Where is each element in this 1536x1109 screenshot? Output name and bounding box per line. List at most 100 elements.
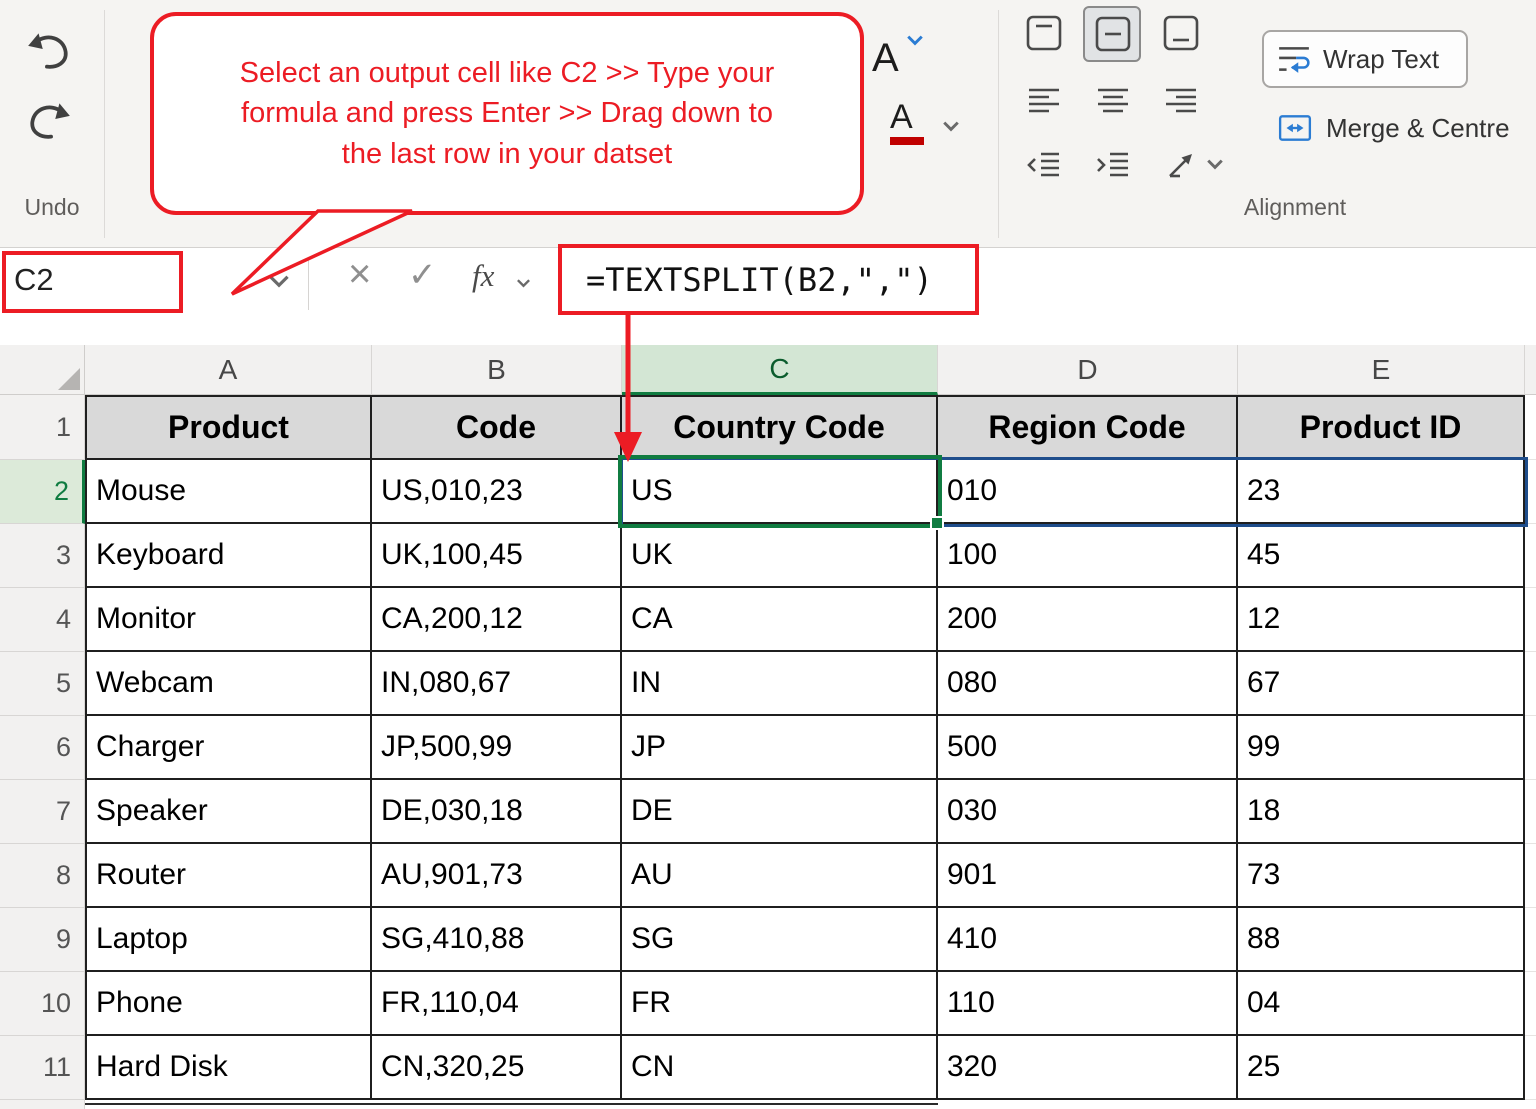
formula-input[interactable]: =TEXTSPLIT(B2,",")	[586, 261, 933, 299]
name-box-dropdown[interactable]	[268, 274, 290, 288]
decrease-indent-icon[interactable]	[1025, 146, 1063, 184]
cell-A7[interactable]: Speaker	[85, 780, 372, 844]
middle-align-icon[interactable]	[1094, 15, 1132, 53]
cell-E2[interactable]: 23	[1238, 460, 1525, 524]
row-header-5[interactable]: 5	[0, 652, 85, 716]
col-header-B[interactable]: B	[372, 345, 622, 395]
cell-B2[interactable]: US,010,23	[372, 460, 622, 524]
cell-E8[interactable]: 73	[1238, 844, 1525, 908]
cell-C3[interactable]: UK	[622, 524, 938, 588]
row-header-4[interactable]: 4	[0, 588, 85, 652]
top-align-icon[interactable]	[1025, 14, 1063, 52]
insert-function-dropdown[interactable]	[516, 278, 531, 288]
shrink-font-button[interactable]: A	[872, 36, 899, 81]
cell-A11[interactable]: Hard Disk	[85, 1036, 372, 1100]
cell-C4[interactable]: CA	[622, 588, 938, 652]
cell-C7[interactable]: DE	[622, 780, 938, 844]
cell-D2[interactable]: 010	[938, 460, 1238, 524]
cell-A5[interactable]: Webcam	[85, 652, 372, 716]
wrap-text-button[interactable]: Wrap Text	[1262, 30, 1468, 88]
col-header-C[interactable]: C	[622, 345, 938, 395]
cell-B9[interactable]: SG,410,88	[372, 908, 622, 972]
row-header-10[interactable]: 10	[0, 972, 85, 1036]
cell-A8[interactable]: Router	[85, 844, 372, 908]
cell-D11[interactable]: 320	[938, 1036, 1238, 1100]
font-color-dropdown[interactable]	[942, 120, 960, 132]
redo-button[interactable]	[24, 98, 74, 147]
cell-A4[interactable]: Monitor	[85, 588, 372, 652]
cell-E10[interactable]: 04	[1238, 972, 1525, 1036]
cell-D3[interactable]: 100	[938, 524, 1238, 588]
cell-D6[interactable]: 500	[938, 716, 1238, 780]
row-header-6[interactable]: 6	[0, 716, 85, 780]
cell-D1[interactable]: Region Code	[938, 395, 1238, 460]
row-header-11[interactable]: 11	[0, 1036, 85, 1100]
cell-A9[interactable]: Laptop	[85, 908, 372, 972]
cell-C5[interactable]: IN	[622, 652, 938, 716]
cancel-button[interactable]: ×	[348, 254, 371, 294]
cell-B8[interactable]: AU,901,73	[372, 844, 622, 908]
cell-D8[interactable]: 901	[938, 844, 1238, 908]
cell-B5[interactable]: IN,080,67	[372, 652, 622, 716]
cell-E1[interactable]: Product ID	[1238, 395, 1525, 460]
undo-button[interactable]	[24, 28, 74, 77]
cell-E7[interactable]: 18	[1238, 780, 1525, 844]
cell-B7[interactable]: DE,030,18	[372, 780, 622, 844]
cell-C6[interactable]: JP	[622, 716, 938, 780]
cell-B1[interactable]: Code	[372, 395, 622, 460]
enter-button[interactable]: ✓	[408, 258, 437, 292]
cell-B10[interactable]: FR,110,04	[372, 972, 622, 1036]
row-header-3[interactable]: 3	[0, 524, 85, 588]
cell-C2[interactable]: US	[622, 460, 938, 524]
increase-indent-icon[interactable]	[1094, 146, 1132, 184]
cell-E9[interactable]: 88	[1238, 908, 1525, 972]
row-header-1[interactable]: 1	[0, 395, 85, 460]
col-header-D[interactable]: D	[938, 345, 1238, 395]
cell-B11[interactable]: CN,320,25	[372, 1036, 622, 1100]
cell-E5[interactable]: 67	[1238, 652, 1525, 716]
cell-B4[interactable]: CA,200,12	[372, 588, 622, 652]
cell-C11[interactable]: CN	[622, 1036, 938, 1100]
cell-C1[interactable]: Country Code	[622, 395, 938, 460]
cell-A10[interactable]: Phone	[85, 972, 372, 1036]
col-header-A[interactable]: A	[85, 345, 372, 395]
align-center-icon[interactable]	[1094, 82, 1132, 120]
align-left-icon[interactable]	[1025, 82, 1063, 120]
cell-D9[interactable]: 410	[938, 908, 1238, 972]
row-header-2[interactable]: 2	[0, 460, 85, 524]
cell-C9[interactable]: SG	[622, 908, 938, 972]
name-box[interactable]: C2	[14, 262, 54, 298]
cell-E6[interactable]: 99	[1238, 716, 1525, 780]
grid-gutter	[1525, 1036, 1536, 1100]
ribbon-separator	[998, 10, 999, 238]
cell-C8[interactable]: AU	[622, 844, 938, 908]
row-header-7[interactable]: 7	[0, 780, 85, 844]
cell-D10[interactable]: 110	[938, 972, 1238, 1036]
font-color-button[interactable]: A	[890, 100, 924, 145]
fill-handle[interactable]	[930, 516, 944, 530]
align-right-icon[interactable]	[1162, 82, 1200, 120]
bottom-align-icon[interactable]	[1162, 14, 1200, 52]
select-all-corner[interactable]	[0, 345, 85, 395]
col-header-E[interactable]: E	[1238, 345, 1525, 395]
cell-D5[interactable]: 080	[938, 652, 1238, 716]
cell-E11[interactable]: 25	[1238, 1036, 1525, 1100]
cell-A6[interactable]: Charger	[85, 716, 372, 780]
row-header-9[interactable]: 9	[0, 908, 85, 972]
spreadsheet-grid: ABCDE1ProductCodeCountry CodeRegion Code…	[0, 345, 1536, 1100]
cell-E4[interactable]: 12	[1238, 588, 1525, 652]
cell-B3[interactable]: UK,100,45	[372, 524, 622, 588]
cell-A3[interactable]: Keyboard	[85, 524, 372, 588]
cell-A1[interactable]: Product	[85, 395, 372, 460]
cell-D4[interactable]: 200	[938, 588, 1238, 652]
merge-center-button[interactable]: Merge & Centre	[1278, 112, 1536, 144]
insert-function-button[interactable]: fx	[472, 258, 494, 294]
cell-D7[interactable]: 030	[938, 780, 1238, 844]
cell-A2[interactable]: Mouse	[85, 460, 372, 524]
orientation-icon[interactable]	[1162, 146, 1200, 184]
orientation-dropdown[interactable]	[1206, 158, 1224, 170]
row-header-8[interactable]: 8	[0, 844, 85, 908]
cell-C10[interactable]: FR	[622, 972, 938, 1036]
cell-E3[interactable]: 45	[1238, 524, 1525, 588]
cell-B6[interactable]: JP,500,99	[372, 716, 622, 780]
